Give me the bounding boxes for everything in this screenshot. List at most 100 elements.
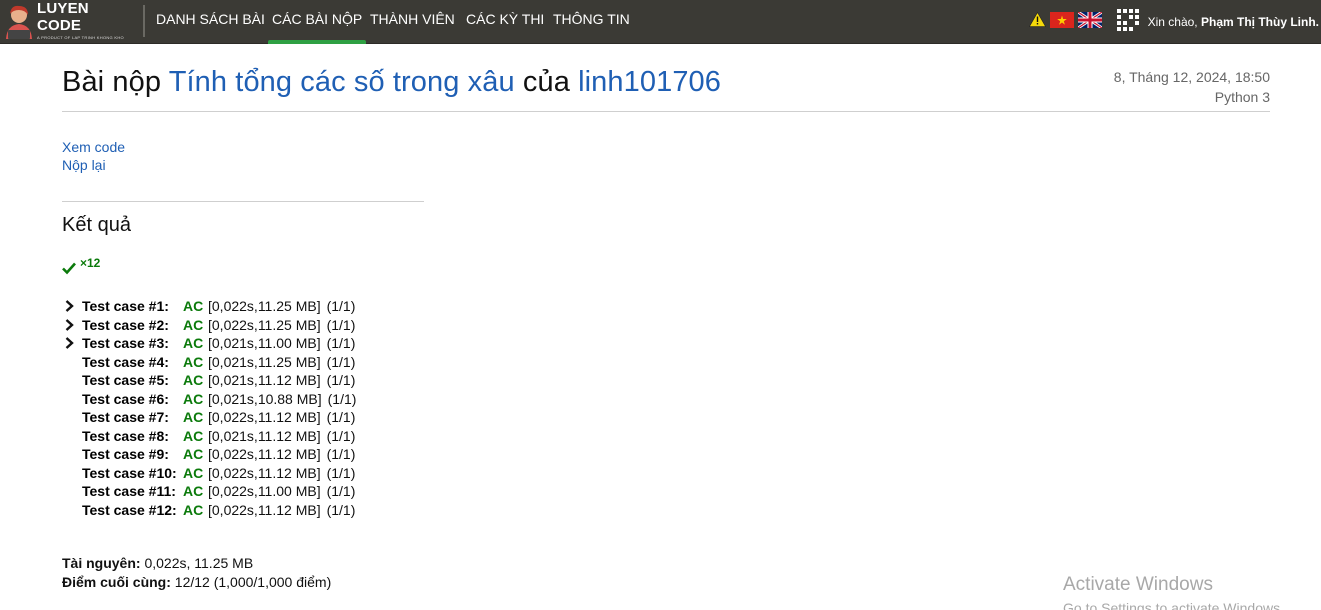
test-case-points: (1/1): [326, 353, 356, 370]
activate-windows-watermark: Activate Windows Go to Settings to activ…: [1063, 574, 1284, 610]
test-case-status: AC: [183, 316, 204, 333]
test-case-status: AC: [183, 427, 204, 444]
test-case-detail: [0,022s,11.25 MB]: [208, 316, 321, 333]
final-score-label: Điểm cuối cùng:: [62, 574, 171, 590]
nav-members[interactable]: THÀNH VIÊN: [370, 0, 455, 44]
username-text: Phạm Thị Thùy Linh.: [1201, 15, 1319, 29]
test-case-row: Test case #4: AC [0,021s,11.25 MB] (1/1): [62, 353, 356, 372]
test-case-label: Test case #3:: [82, 335, 169, 352]
chevron-right-icon[interactable]: [62, 300, 82, 313]
problem-link[interactable]: Tính tổng các số trong xâu: [169, 66, 515, 98]
test-case-status: AC: [183, 483, 204, 500]
test-case-detail: [0,021s,11.12 MB]: [208, 372, 321, 389]
nav-submissions[interactable]: CÁC BÀI NỘP: [267, 0, 367, 44]
resources-value: 0,022s, 11.25 MB: [144, 555, 254, 571]
test-case-detail: [0,022s,11.12 MB]: [208, 446, 321, 463]
vietnam-flag-icon[interactable]: [1049, 11, 1074, 33]
test-case-points: (1/1): [326, 464, 356, 481]
nav-about[interactable]: THÔNG TIN: [553, 0, 630, 44]
uk-flag-icon[interactable]: [1076, 10, 1103, 33]
test-case-row: Test case #8: AC [0,021s,11.12 MB] (1/1): [62, 427, 356, 446]
site-logo[interactable]: LUYEN CODE A PRODUCT OF LAP TRINH KHONG …: [3, 0, 137, 40]
test-case-row: Test case #5: AC [0,021s,11.12 MB] (1/1): [62, 371, 356, 390]
test-case-status: AC: [183, 464, 204, 481]
greeting-text: Xin chào,: [1147, 15, 1198, 29]
test-case-row[interactable]: Test case #1: AC [0,022s,11.25 MB] (1/1): [62, 297, 356, 316]
user-greeting[interactable]: Xin chào, Phạm Thị Thùy Linh.: [1148, 15, 1319, 29]
test-case-points: (1/1): [326, 446, 356, 463]
view-code-link[interactable]: Xem code: [62, 139, 125, 155]
test-case-row[interactable]: Test case #3: AC [0,021s,11.00 MB] (1/1): [62, 334, 356, 353]
test-case-label: Test case #8:: [82, 427, 169, 444]
logo-subtitle: A PRODUCT OF LAP TRINH KHONG KHO: [37, 35, 124, 40]
results-summary-badge: ×12: [62, 256, 100, 276]
test-case-row: Test case #6: AC [0,021s,10.88 MB] (1/1): [62, 390, 356, 409]
resources-label: Tài nguyên:: [62, 555, 141, 571]
section-divider: [62, 201, 424, 202]
test-case-detail: [0,021s,11.00 MB]: [208, 335, 321, 352]
page-title: Bài nộp Tính tổng các số trong xâu của l…: [62, 66, 721, 99]
test-case-label: Test case #7:: [82, 409, 169, 426]
test-case-label: Test case #9:: [82, 446, 169, 463]
nav-contests[interactable]: CÁC KỲ THI: [466, 0, 544, 44]
chevron-right-icon[interactable]: [62, 337, 82, 350]
test-case-status: AC: [183, 409, 204, 426]
test-case-points: (1/1): [326, 335, 356, 352]
test-case-label: Test case #1:: [82, 298, 169, 315]
test-case-detail: [0,022s,11.12 MB]: [208, 409, 321, 426]
test-case-row: Test case #7: AC [0,022s,11.12 MB] (1/1): [62, 408, 356, 427]
user-avatar-icon[interactable]: [1115, 7, 1140, 37]
test-case-points: (1/1): [326, 483, 356, 500]
user-link[interactable]: linh101706: [578, 66, 721, 98]
test-case-detail: [0,021s,10.88 MB]: [208, 390, 322, 407]
navbar-user-area: Xin chào, Phạm Thị Thùy Linh.: [1028, 0, 1319, 44]
test-case-row: Test case #12: AC [0,022s,11.12 MB] (1/1): [62, 501, 356, 520]
test-case-status: AC: [183, 372, 204, 389]
logo-avatar-icon: [3, 3, 35, 39]
test-case-label: Test case #10:: [82, 464, 177, 481]
nav-problems[interactable]: DANH SÁCH BÀI: [156, 0, 265, 44]
test-case-label: Test case #12:: [82, 501, 177, 518]
title-prefix: Bài nộp: [62, 66, 162, 98]
test-case-points: (1/1): [327, 390, 357, 407]
check-count: ×12: [80, 256, 101, 270]
test-case-status: AC: [183, 501, 204, 518]
test-case-detail: [0,022s,11.25 MB]: [208, 298, 321, 315]
header-divider: [62, 111, 1270, 112]
results-heading: Kết quả: [62, 214, 131, 236]
logo-title: LUYEN CODE: [37, 0, 89, 34]
test-case-row: Test case #10: AC [0,022s,11.12 MB] (1/1): [62, 464, 356, 483]
navbar-divider: [143, 5, 145, 37]
test-case-detail: [0,021s,11.25 MB]: [208, 353, 321, 370]
title-of: của: [522, 66, 570, 98]
test-case-detail: [0,021s,11.12 MB]: [208, 427, 321, 444]
test-case-label: Test case #5:: [82, 372, 169, 389]
resubmit-link[interactable]: Nộp lại: [62, 157, 106, 173]
final-score-value: 12/12 (1,000/1,000 điểm): [174, 574, 332, 590]
test-case-status: AC: [183, 353, 204, 370]
test-case-points: (1/1): [326, 409, 356, 426]
test-case-status: AC: [183, 335, 204, 352]
test-case-points: (1/1): [326, 298, 356, 315]
test-case-label: Test case #4:: [82, 353, 169, 370]
test-case-detail: [0,022s,11.12 MB]: [208, 464, 321, 481]
submission-meta: 8, Tháng 12, 2024, 18:50 Python 3: [1114, 67, 1270, 107]
test-case-points: (1/1): [326, 372, 356, 389]
test-case-row: Test case #11: AC [0,022s,11.00 MB] (1/1): [62, 482, 356, 501]
final-score-line: Điểm cuối cùng: 12/12 (1,000/1,000 điểm): [62, 574, 331, 590]
watermark-line-1: Activate Windows: [1063, 574, 1213, 595]
warning-icon[interactable]: [1028, 11, 1046, 32]
test-case-label: Test case #2:: [82, 316, 169, 333]
test-case-points: (1/1): [326, 501, 356, 518]
resources-line: Tài nguyên: 0,022s, 11.25 MB: [62, 555, 253, 571]
test-case-row: Test case #9: AC [0,022s,11.12 MB] (1/1): [62, 445, 356, 464]
top-navbar: LUYEN CODE A PRODUCT OF LAP TRINH KHONG …: [0, 0, 1321, 44]
test-case-status: AC: [183, 390, 204, 407]
test-case-detail: [0,022s,11.00 MB]: [208, 483, 321, 500]
test-case-detail: [0,022s,11.12 MB]: [208, 501, 321, 518]
test-case-status: AC: [183, 446, 204, 463]
test-case-points: (1/1): [326, 427, 356, 444]
submission-language: Python 3: [1214, 89, 1270, 105]
chevron-right-icon[interactable]: [62, 318, 82, 331]
test-case-row[interactable]: Test case #2: AC [0,022s,11.25 MB] (1/1): [62, 316, 356, 335]
